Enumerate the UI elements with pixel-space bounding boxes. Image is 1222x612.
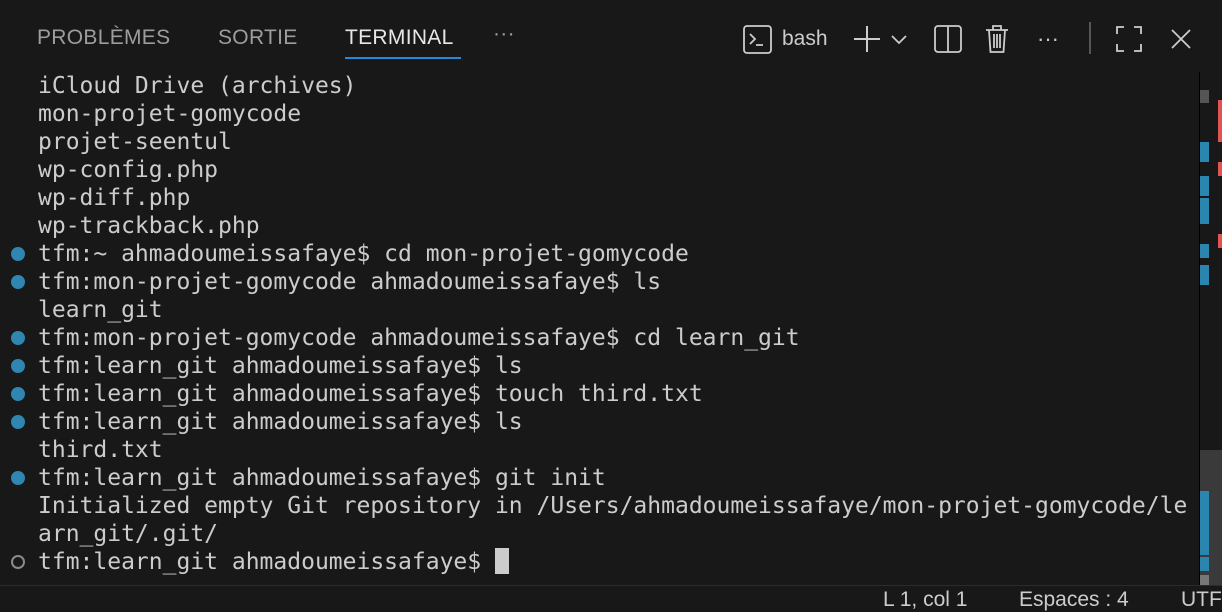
terminal-line: tfm:learn_git ahmadoumeissafaye$ ls xyxy=(38,409,523,435)
terminal-line: wp-diff.php xyxy=(38,185,191,211)
terminal-line: tfm:learn_git ahmadoumeissafaye$ ls xyxy=(38,353,523,379)
more-tabs-button[interactable]: ··· xyxy=(493,22,515,46)
shell-label: bash xyxy=(782,27,828,50)
tab-terminal[interactable]: TERMINAL xyxy=(345,26,454,50)
terminal-line: wp-config.php xyxy=(38,157,219,183)
new-terminal-button[interactable] xyxy=(853,22,881,56)
terminal-line: tfm:~ ahmadoumeissafaye$ cd mon-projet-g… xyxy=(38,241,689,267)
terminal-line: third.txt xyxy=(38,437,163,463)
prompt-status-dot xyxy=(11,555,25,569)
terminal-line: wp-trackback.php xyxy=(38,213,260,239)
tab-output[interactable]: SORTIE xyxy=(218,26,298,50)
cursor-position[interactable]: L 1, col 1 xyxy=(883,588,967,612)
encoding-status[interactable]: UTF xyxy=(1181,588,1222,612)
trash-icon xyxy=(986,25,1008,53)
terminal-cursor xyxy=(494,548,509,574)
close-icon xyxy=(1171,29,1191,49)
kill-terminal-button[interactable] xyxy=(985,22,1009,56)
command-status-dot[interactable] xyxy=(11,359,25,373)
terminal-dropdown-button[interactable] xyxy=(890,22,908,56)
prompt-text: tfm:learn_git ahmadoumeissafaye$ xyxy=(38,549,495,575)
split-icon xyxy=(934,25,962,53)
terminal-line: projet-seentul xyxy=(38,129,232,155)
command-status-dot[interactable] xyxy=(11,247,25,261)
terminal-line: arn_git/.git/ xyxy=(38,521,219,547)
status-bar: L 1, col 1 Espaces : 4 UTF xyxy=(0,585,1222,612)
terminal-line: tfm:mon-projet-gomycode ahmadoumeissafay… xyxy=(38,269,662,295)
maximize-icon xyxy=(1116,26,1142,52)
indentation-status[interactable]: Espaces : 4 xyxy=(1019,588,1129,612)
command-status-dot[interactable] xyxy=(11,387,25,401)
active-tab-indicator xyxy=(345,57,461,59)
command-status-dot[interactable] xyxy=(11,471,25,485)
maximize-panel-button[interactable] xyxy=(1116,22,1142,56)
more-actions-button[interactable]: ··· xyxy=(1037,22,1059,56)
terminal-scrollbar[interactable] xyxy=(1199,72,1222,585)
terminal-line: mon-projet-gomycode xyxy=(38,101,302,127)
toolbar-divider xyxy=(1089,22,1091,54)
terminal-line: learn_git xyxy=(38,297,163,323)
command-status-dot[interactable] xyxy=(11,275,25,289)
tab-problems[interactable]: PROBLÈMES xyxy=(37,26,170,50)
terminal-icon xyxy=(743,24,772,54)
terminal-shell-button[interactable]: bash xyxy=(743,22,828,56)
terminal-line: tfm:learn_git ahmadoumeissafaye$ git ini… xyxy=(38,465,606,491)
chevron-down-icon xyxy=(891,35,907,45)
terminal-line: iCloud Drive (archives) xyxy=(38,73,357,99)
command-status-dot[interactable] xyxy=(11,415,25,429)
command-status-dot[interactable] xyxy=(11,331,25,345)
plus-icon xyxy=(854,26,880,52)
split-terminal-button[interactable] xyxy=(934,22,962,56)
terminal-line: tfm:mon-projet-gomycode ahmadoumeissafay… xyxy=(38,325,800,351)
terminal-line: tfm:learn_git ahmadoumeissafaye$ touch t… xyxy=(38,381,703,407)
terminal-output[interactable]: iCloud Drive (archives) mon-projet-gomyco… xyxy=(0,72,1200,584)
terminal-line: Initialized empty Git repository in /Use… xyxy=(38,493,1188,519)
close-panel-button[interactable] xyxy=(1170,22,1192,56)
terminal-prompt[interactable]: tfm:learn_git ahmadoumeissafaye$ xyxy=(38,548,509,576)
